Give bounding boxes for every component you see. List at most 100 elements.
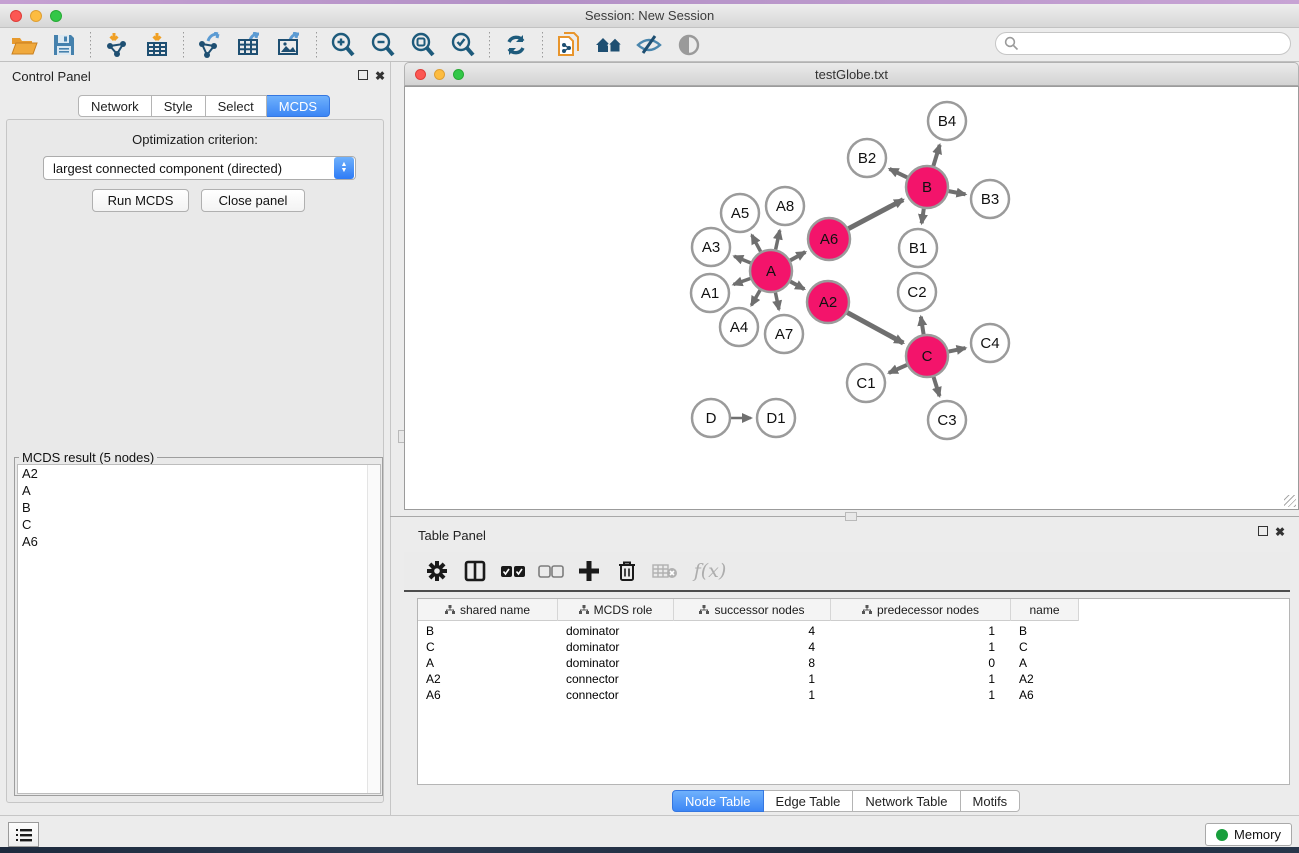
zoom-selected-icon[interactable]: [443, 30, 483, 60]
tab-motifs[interactable]: Motifs: [961, 790, 1021, 812]
close-network-button[interactable]: [415, 69, 426, 80]
export-image-icon[interactable]: [270, 30, 310, 60]
edge-A-A1[interactable]: [734, 278, 751, 284]
edge-C-C1[interactable]: [889, 365, 907, 373]
edge-A-A2[interactable]: [790, 282, 804, 290]
graph-node-C3[interactable]: C3: [928, 401, 966, 439]
graph-node-C4[interactable]: C4: [971, 324, 1009, 362]
table-cell[interactable]: C: [418, 639, 558, 655]
table-cell[interactable]: connector: [558, 671, 674, 687]
tab-style[interactable]: Style: [152, 95, 206, 117]
table-cell[interactable]: 1: [674, 687, 823, 703]
graph-node-A6[interactable]: A6: [808, 218, 850, 260]
mcds-result-item[interactable]: A2: [18, 465, 380, 482]
zoom-network-button[interactable]: [453, 69, 464, 80]
import-table-icon[interactable]: [137, 30, 177, 60]
graph-node-B4[interactable]: B4: [928, 102, 966, 140]
edge-B-B4[interactable]: [933, 145, 939, 166]
mcds-result-item[interactable]: A: [18, 482, 380, 499]
export-network-icon[interactable]: [190, 30, 230, 60]
import-network-icon[interactable]: [97, 30, 137, 60]
memory-button[interactable]: Memory: [1205, 823, 1292, 846]
node-table[interactable]: shared nameMCDS rolesuccessor nodesprede…: [417, 598, 1290, 785]
first-neighbors-icon[interactable]: [589, 30, 629, 60]
graph-node-C[interactable]: C: [906, 335, 948, 377]
table-cell[interactable]: A6: [1011, 687, 1079, 703]
table-cell[interactable]: 4: [674, 639, 823, 655]
select-all-icon[interactable]: [494, 556, 532, 586]
edge-A-A4[interactable]: [751, 290, 760, 305]
zoom-in-icon[interactable]: [323, 30, 363, 60]
table-cell[interactable]: A6: [418, 687, 558, 703]
deselect-all-icon[interactable]: [532, 556, 570, 586]
tab-edge-table[interactable]: Edge Table: [764, 790, 854, 812]
table-cell[interactable]: 1: [831, 671, 1003, 687]
graph-node-A3[interactable]: A3: [692, 228, 730, 266]
add-column-icon[interactable]: [570, 556, 608, 586]
table-cell[interactable]: 1: [831, 623, 1003, 639]
edge-C-C2[interactable]: [921, 317, 924, 335]
tab-network[interactable]: Network: [78, 95, 152, 117]
edge-A2-C[interactable]: [847, 313, 903, 344]
graph-node-B1[interactable]: B1: [899, 229, 937, 267]
scrollbar-track[interactable]: [367, 465, 380, 793]
column-header-shared-name[interactable]: shared name: [418, 599, 558, 621]
edge-A-A5[interactable]: [752, 235, 761, 252]
edge-A-A8[interactable]: [776, 230, 780, 249]
table-cell[interactable]: A: [418, 655, 558, 671]
minimize-window-button[interactable]: [30, 10, 42, 22]
table-cell[interactable]: 1: [674, 671, 823, 687]
graph-node-A1[interactable]: A1: [691, 274, 729, 312]
task-history-button[interactable]: [8, 822, 39, 847]
search-field[interactable]: [995, 32, 1291, 55]
edge-B-B3[interactable]: [949, 191, 966, 194]
resize-grip-icon[interactable]: [1284, 495, 1296, 507]
table-cell[interactable]: A: [1011, 655, 1079, 671]
float-table-panel-icon[interactable]: [1258, 526, 1268, 536]
close-table-panel-icon[interactable]: ✖: [1275, 525, 1285, 539]
zoom-fit-icon[interactable]: [403, 30, 443, 60]
mcds-result-list[interactable]: A2ABCA6: [17, 464, 381, 794]
tab-network-table[interactable]: Network Table: [853, 790, 960, 812]
table-cell[interactable]: 4: [674, 623, 823, 639]
graph-node-D1[interactable]: D1: [757, 399, 795, 437]
zoom-out-icon[interactable]: [363, 30, 403, 60]
save-session-icon[interactable]: [44, 30, 84, 60]
table-cell[interactable]: dominator: [558, 623, 674, 639]
duplicate-network-icon[interactable]: [549, 30, 589, 60]
edge-C-C4[interactable]: [949, 348, 966, 352]
graph-node-B[interactable]: B: [906, 166, 948, 208]
edge-A-A7[interactable]: [775, 293, 779, 310]
zoom-window-button[interactable]: [50, 10, 62, 22]
edge-C-C3[interactable]: [934, 377, 940, 396]
refresh-layout-icon[interactable]: [496, 30, 536, 60]
table-cell[interactable]: 0: [831, 655, 1003, 671]
mcds-result-item[interactable]: A6: [18, 533, 380, 550]
graph-node-B3[interactable]: B3: [971, 180, 1009, 218]
table-cell[interactable]: 1: [831, 639, 1003, 655]
table-cell[interactable]: A2: [418, 671, 558, 687]
network-window-titlebar[interactable]: testGlobe.txt: [404, 62, 1299, 86]
graph-node-A5[interactable]: A5: [721, 194, 759, 232]
graph-node-A2[interactable]: A2: [807, 281, 849, 323]
open-file-icon[interactable]: [4, 30, 44, 60]
mcds-result-item[interactable]: C: [18, 516, 380, 533]
table-cell[interactable]: A2: [1011, 671, 1079, 687]
table-cell[interactable]: 8: [674, 655, 823, 671]
close-panel-icon[interactable]: ✖: [375, 69, 385, 83]
graph-node-B2[interactable]: B2: [848, 139, 886, 177]
edge-B-B1[interactable]: [922, 209, 924, 224]
graph-node-C1[interactable]: C1: [847, 364, 885, 402]
edge-A6-B[interactable]: [848, 200, 903, 229]
graph-node-D[interactable]: D: [692, 399, 730, 437]
graph-node-A4[interactable]: A4: [720, 308, 758, 346]
tab-select[interactable]: Select: [206, 95, 267, 117]
column-header-successor-nodes[interactable]: successor nodes: [674, 599, 831, 621]
delete-table-icon[interactable]: [646, 556, 684, 586]
delete-icon[interactable]: [608, 556, 646, 586]
gear-icon[interactable]: [418, 556, 456, 586]
table-cell[interactable]: dominator: [558, 639, 674, 655]
vertical-splitter[interactable]: [390, 62, 391, 815]
float-panel-icon[interactable]: [358, 70, 368, 80]
close-panel-button[interactable]: Close panel: [201, 189, 305, 212]
